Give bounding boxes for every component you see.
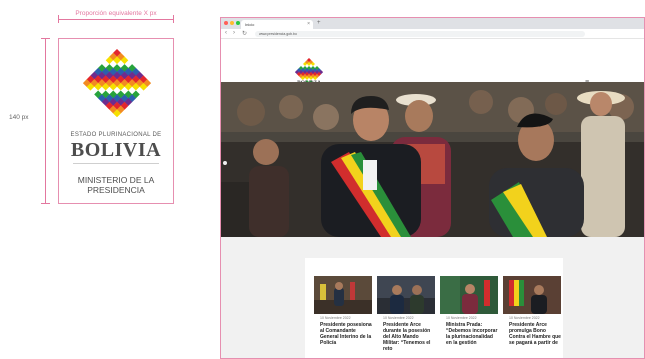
address-bar: ‹ › ↻ www.presidencia.gob.bo <box>221 29 644 39</box>
carousel-prev-dot[interactable] <box>223 161 227 165</box>
logo-divider <box>73 163 159 164</box>
window-controls <box>224 21 240 25</box>
close-window-button[interactable] <box>224 21 228 25</box>
news-date: 10 Noviembre 2022 <box>509 316 540 320</box>
news-photo <box>377 276 435 314</box>
back-arrow-icon[interactable]: ‹ <box>225 30 227 36</box>
news-title[interactable]: Presidente Arce promulga Bono Contra el … <box>503 322 561 346</box>
news-item[interactable]: 10 Noviembre 2022 Ministra Prada: “Debem… <box>440 276 498 346</box>
logo-state-text: ESTADO PLURINACIONAL DE <box>70 132 162 138</box>
logo-country-text: BOLIVIA <box>70 139 162 161</box>
news-date: 10 Noviembre 2022 <box>320 316 351 320</box>
brand-guideline-page: Proporción equivalente X px 140 px ESTAD… <box>0 0 645 359</box>
logo-spec-box: ESTADO PLURINACIONAL DE BOLIVIA MINISTER… <box>58 38 174 204</box>
height-dimension-label: 140 px <box>9 114 29 121</box>
new-tab-icon[interactable]: + <box>317 20 321 26</box>
wiphala-mosaic-icon <box>83 49 151 117</box>
news-item[interactable]: 10 Noviembre 2022 Presidente Arce durant… <box>377 276 435 352</box>
url-field[interactable]: www.presidencia.gob.bo <box>255 31 585 37</box>
minimize-window-button[interactable] <box>230 21 234 25</box>
width-dimension: Proporción equivalente X px <box>58 10 174 24</box>
news-item[interactable]: 10 Noviembre 2022 Presidente posesiona a… <box>314 276 372 346</box>
tab-close-icon[interactable]: × <box>307 21 310 27</box>
hero-photo <box>221 82 644 237</box>
forward-arrow-icon[interactable]: › <box>233 30 235 36</box>
news-title[interactable]: Presidente posesiona al Comandante Gener… <box>314 322 372 346</box>
height-dimension <box>40 38 52 204</box>
news-title[interactable]: Ministra Prada: “Debemos incorporar la p… <box>440 322 498 346</box>
news-date: 10 Noviembre 2022 <box>446 316 477 320</box>
news-photo <box>440 276 498 314</box>
news-title[interactable]: Presidente Arce durante la posesión del … <box>377 322 435 352</box>
reload-icon[interactable]: ↻ <box>242 30 247 37</box>
width-dimension-label: Proporción equivalente X px <box>73 10 159 17</box>
news-item[interactable]: 10 Noviembre 2022 Presidente Arce promul… <box>503 276 561 346</box>
news-photo <box>314 276 372 314</box>
news-date: 10 Noviembre 2022 <box>383 316 414 320</box>
browser-tab[interactable]: Inicio × <box>241 20 313 29</box>
logo-ministry-text: MINISTERIO DE LA PRESIDENCIA <box>77 175 155 195</box>
browser-tab-title: Inicio <box>245 22 255 27</box>
browser-mockup: Inicio × + ‹ › ↻ www.presidencia.gob.bo … <box>220 17 645 359</box>
browser-tab-bar: Inicio × + <box>221 18 644 29</box>
maximize-window-button[interactable] <box>236 21 240 25</box>
news-photo <box>503 276 561 314</box>
